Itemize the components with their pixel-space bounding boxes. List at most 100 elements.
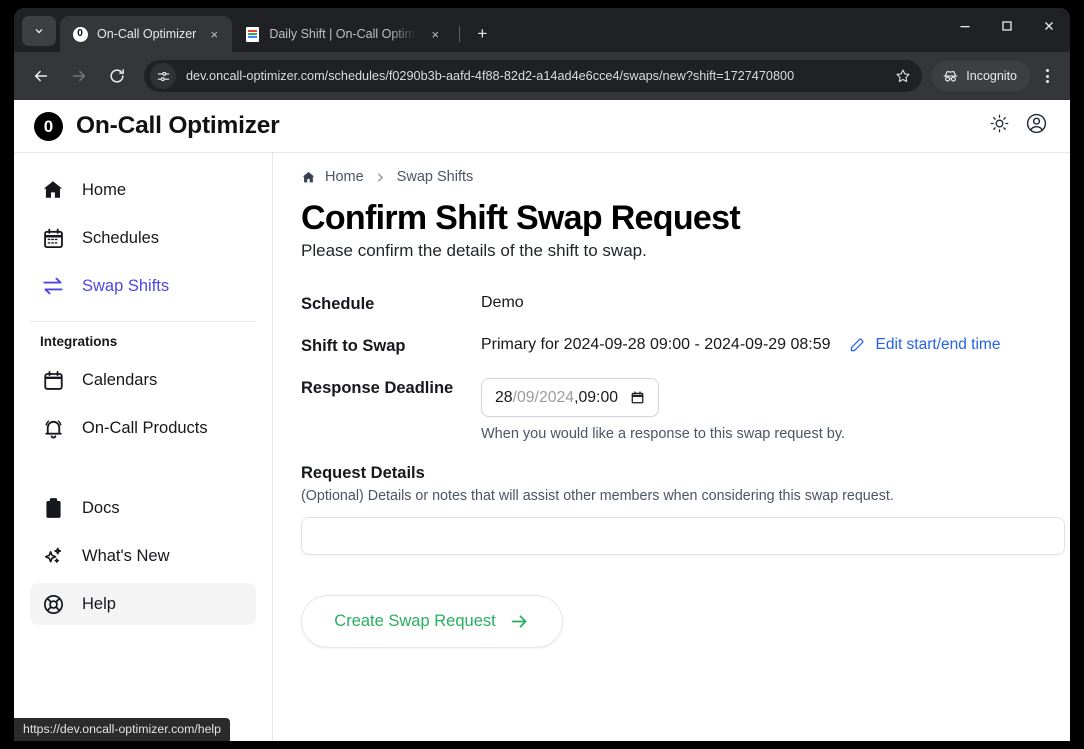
breadcrumb-current[interactable]: Swap Shifts [397,169,474,185]
deadline-month[interactable]: 09 [517,389,535,407]
tab-close-icon[interactable]: × [204,24,224,44]
calendar-picker-icon[interactable] [630,390,645,405]
sidebar-item-label: Swap Shifts [82,276,170,295]
sidebar-item-home[interactable]: Home [30,169,256,211]
maximize-icon [1002,21,1012,31]
shift-value: Primary for 2024-09-28 09:00 - 2024-09-2… [481,336,831,354]
window-controls [944,8,1070,44]
app-header: 0 On-Call Optimizer [14,100,1070,153]
sidebar-item-label: On-Call Products [82,418,208,437]
minimize-icon [960,26,970,28]
tab-title: On-Call Optimizer [97,27,197,41]
sparkles-icon [40,545,66,568]
sun-icon [990,114,1009,133]
shift-row: Shift to Swap Primary for 2024-09-28 09:… [301,336,1050,356]
sidebar-item-label: What's New [82,546,170,565]
sidebar-item-whats-new[interactable]: What's New [30,535,256,577]
close-button[interactable] [1028,8,1070,44]
swap-arrows-icon [40,274,66,298]
swap-request-form: Schedule Demo Shift to Swap Primary for … [301,294,1065,649]
browser-tab-active[interactable]: 0 On-Call Optimizer × [60,16,233,52]
browser-menu-button[interactable] [1032,61,1062,91]
sidebar-item-label: Help [82,594,116,613]
deadline-day[interactable]: 28 [495,389,513,407]
sidebar-item-calendars[interactable]: Calendars [30,359,256,401]
sidebar-item-label: Schedules [82,228,160,247]
minimize-button[interactable] [944,8,986,44]
deadline-label: Response Deadline [301,379,454,398]
request-details-hint: (Optional) Details or notes that will as… [301,488,894,505]
request-details-input[interactable] [301,517,1065,556]
sidebar-item-help[interactable]: Help [30,583,256,625]
sidebar-divider [30,321,256,322]
tab-search-button[interactable] [22,16,56,46]
submit-label: Create Swap Request [334,612,496,631]
schedule-label: Schedule [301,295,375,314]
sidebar-item-docs[interactable]: Docs [30,487,256,529]
incognito-badge[interactable]: Incognito [932,61,1030,91]
address-bar[interactable]: dev.oncall-optimizer.com/schedules/f0290… [144,60,923,92]
new-tab-button[interactable]: + [468,20,496,48]
oncall-logo-icon: 0 [34,111,63,141]
reload-icon [110,69,124,83]
home-icon [40,178,66,202]
deadline-year[interactable]: 2024 [539,389,574,407]
sidebar-item-oncall-products[interactable]: On-Call Products [30,407,256,449]
site-settings-icon[interactable] [150,63,176,89]
schedule-value: Demo [481,294,524,312]
forward-button[interactable] [63,60,95,92]
create-swap-request-button[interactable]: Create Swap Request [301,595,563,649]
calendar-days-icon [40,227,66,250]
home-icon [301,170,316,185]
kebab-menu-icon [1045,69,1049,83]
arrow-right-icon [509,611,530,632]
deadline-hint: When you would like a response to this s… [481,426,846,443]
shift-value-group: Primary for 2024-09-28 09:00 - 2024-09-2… [481,336,1000,354]
clipboard-icon [40,497,66,520]
page-subtitle: Please confirm the details of the shift … [301,241,647,261]
main-content: Home Swap Shifts Confirm Shift Swap Requ… [273,153,1070,741]
app-brand[interactable]: 0 On-Call Optimizer [34,111,280,141]
incognito-label: Incognito [966,69,1017,83]
deadline-time[interactable]: 09:00 [578,389,618,407]
calendar-icon [40,369,66,392]
sidebar-item-schedules[interactable]: Schedules [30,217,256,259]
body-area: Home Schedules Swap Shifts Integrations … [14,153,1070,741]
tab-strip: 0 On-Call Optimizer × Daily Shift | On-C… [14,8,1070,52]
theme-toggle-button[interactable] [989,113,1010,139]
shift-label: Shift to Swap [301,337,406,356]
pencil-icon [848,336,866,354]
request-details-title: Request Details [301,464,425,483]
reload-button[interactable] [101,60,133,92]
deadline-field-group: 28 / 09 / 2024 , 09:00 When you would li… [481,378,845,442]
account-button[interactable] [1025,112,1048,140]
maximize-button[interactable] [986,8,1028,44]
header-actions [989,112,1048,140]
sidebar-section-integrations: Integrations [40,334,118,349]
back-button[interactable] [25,60,57,92]
tab-divider [459,26,461,42]
tab-close-icon[interactable]: × [425,24,445,44]
sidebar-item-label: Calendars [82,370,158,389]
request-details-block: Request Details (Optional) Details or no… [301,464,1065,556]
spreadsheet-favicon [244,26,260,42]
tab-title: Daily Shift | On-Call Optim [269,27,415,41]
response-deadline-input[interactable]: 28 / 09 / 2024 , 09:00 [481,378,660,418]
lifebuoy-icon [40,593,66,616]
browser-toolbar: dev.oncall-optimizer.com/schedules/f0290… [14,52,1070,100]
arrow-left-icon [34,70,48,82]
url-text: dev.oncall-optimizer.com/schedules/f0290… [186,69,795,83]
bookmark-star-icon[interactable] [890,63,916,89]
sidebar-item-swap-shifts[interactable]: Swap Shifts [30,265,256,307]
status-bar-url: https://dev.oncall-optimizer.com/help [14,718,230,741]
edit-start-end-time-link[interactable]: Edit start/end time [848,336,1000,354]
schedule-row: Schedule Demo [301,294,1050,314]
browser-tab-inactive[interactable]: Daily Shift | On-Call Optim × [232,16,453,52]
breadcrumb-home-link[interactable]: Home [325,169,364,185]
sidebar-item-label: Home [82,180,127,199]
user-circle-icon [1026,113,1047,134]
deadline-row: Response Deadline 28 / 09 / 2024 , 09:00 [301,378,1050,442]
bell-icon [40,417,66,440]
sidebar: Home Schedules Swap Shifts Integrations … [14,153,273,741]
